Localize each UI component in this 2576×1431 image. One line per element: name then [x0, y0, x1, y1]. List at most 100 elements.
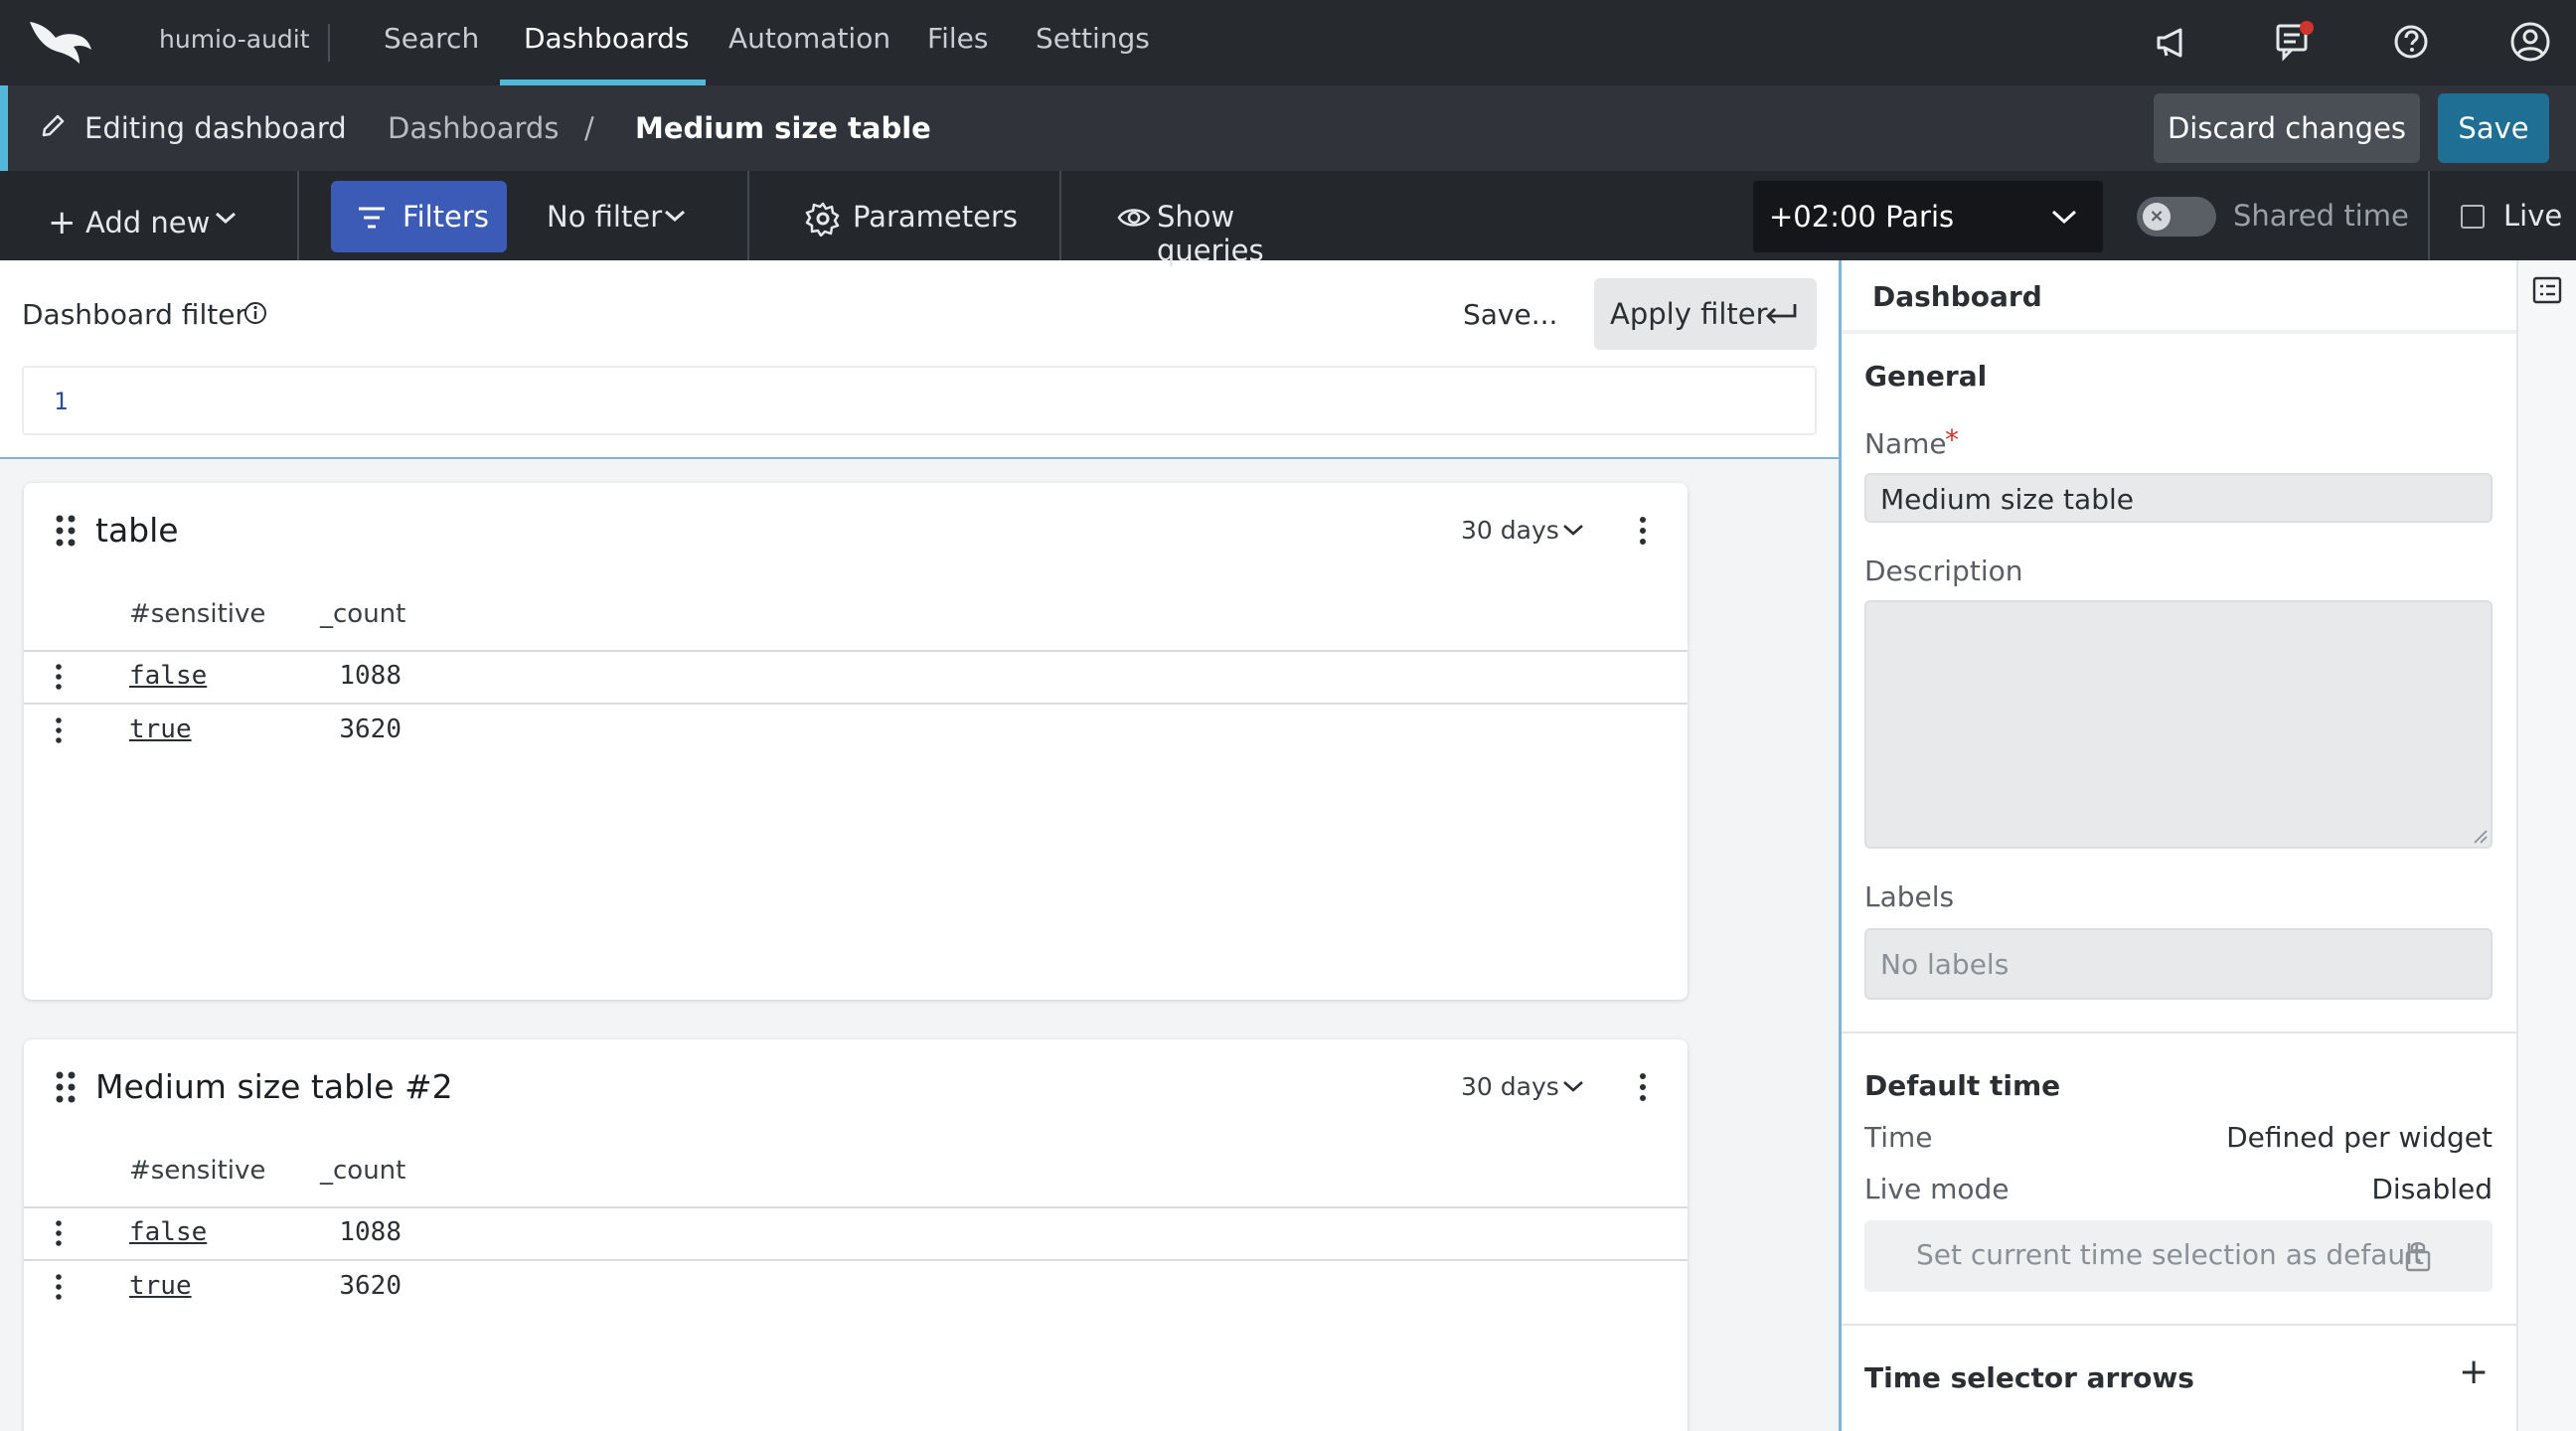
- enter-icon: [1766, 304, 1797, 324]
- nav-divider: [328, 24, 330, 62]
- shared-time-toggle[interactable]: ×: [2137, 197, 2216, 237]
- labels-placeholder: No labels: [1880, 948, 2010, 981]
- column-header[interactable]: #sensitive: [129, 599, 265, 629]
- chevron-down-icon[interactable]: [1560, 519, 1586, 541]
- toggle-off-icon: ×: [2143, 203, 2171, 231]
- parameters-label: Parameters: [853, 200, 1018, 234]
- nav-item-settings[interactable]: Settings: [1036, 22, 1150, 55]
- column-header[interactable]: #sensitive: [129, 1156, 265, 1186]
- widget-title: table: [95, 511, 179, 550]
- discard-changes-button[interactable]: Discard changes: [2154, 93, 2420, 163]
- info-icon[interactable]: [242, 300, 268, 326]
- row-menu-icon[interactable]: [48, 716, 70, 745]
- cell-count-value: 3620: [339, 715, 402, 744]
- widget-menu-icon[interactable]: [1630, 515, 1656, 547]
- nav-item-files[interactable]: Files: [927, 22, 988, 55]
- live-mode-label: Live mode: [1864, 1173, 2010, 1205]
- widget-time-selector[interactable]: 30 days: [1461, 516, 1559, 545]
- row-divider: [24, 1206, 1688, 1208]
- expand-plus-icon[interactable]: +: [2459, 1352, 2489, 1392]
- save-filter-button[interactable]: Save...: [1463, 298, 1557, 331]
- live-label: Live: [2503, 199, 2563, 233]
- column-header[interactable]: _count: [320, 599, 405, 629]
- eye-icon: [1117, 209, 1151, 227]
- user-icon[interactable]: [2508, 20, 2552, 64]
- section-divider: [1842, 1032, 2516, 1034]
- set-default-time-button[interactable]: Set current time selection as default: [1864, 1220, 2493, 1292]
- dashboard-name-value: Medium size table: [1880, 483, 2134, 516]
- nav-item-dashboards[interactable]: Dashboards: [524, 22, 690, 55]
- filters-button[interactable]: Filters: [331, 181, 507, 252]
- breadcrumb-current: Medium size table: [635, 111, 931, 145]
- chevron-down-icon: [2051, 210, 2077, 225]
- show-queries-label: Show queries: [1157, 200, 1264, 267]
- add-new-button[interactable]: + Add new: [38, 189, 286, 244]
- filters-label: Filters: [402, 200, 489, 234]
- default-time-heading: Default time: [1864, 1069, 2061, 1102]
- time-selector-arrows-heading[interactable]: Time selector arrows: [1864, 1361, 2194, 1394]
- megaphone-icon[interactable]: [2153, 22, 2192, 62]
- widget-menu-icon[interactable]: [1630, 1071, 1656, 1103]
- widget-title: Medium size table #2: [95, 1067, 453, 1106]
- notifications-icon[interactable]: [2272, 20, 2316, 64]
- toolbar-separator: [747, 171, 749, 260]
- show-queries-button[interactable]: Show queries: [1109, 189, 1348, 267]
- logo-falcon-icon[interactable]: [26, 16, 95, 66]
- chevron-down-icon[interactable]: [1560, 1075, 1586, 1097]
- cell-count-value: 1088: [339, 1217, 402, 1247]
- dashboard-name-input[interactable]: Medium size table: [1864, 473, 2493, 523]
- row-menu-icon[interactable]: [48, 1272, 70, 1302]
- line-number: 1: [54, 388, 69, 415]
- gear-icon: [805, 202, 840, 237]
- cell-sensitive-value[interactable]: true: [129, 715, 192, 744]
- chevron-down-icon: [665, 210, 685, 223]
- row-menu-icon[interactable]: [48, 1218, 70, 1248]
- timezone-value: +02:00 Paris: [1769, 200, 1955, 234]
- help-icon[interactable]: [2391, 22, 2431, 62]
- filter-lines-icon: [359, 207, 385, 229]
- labels-input[interactable]: No labels: [1864, 928, 2493, 1000]
- cell-sensitive-value[interactable]: true: [129, 1271, 192, 1301]
- time-label: Time: [1864, 1121, 1933, 1154]
- row-menu-icon[interactable]: [48, 662, 70, 692]
- chevron-down-icon: [216, 212, 236, 225]
- filter-query-editor[interactable]: 1: [22, 366, 1817, 435]
- row-divider: [24, 1259, 1688, 1261]
- save-button[interactable]: Save: [2438, 93, 2549, 163]
- no-filter-dropdown[interactable]: No filter: [537, 189, 706, 244]
- widget-time-selector[interactable]: 30 days: [1461, 1072, 1559, 1101]
- breadcrumb-separator: /: [584, 111, 594, 145]
- name-label: Name: [1864, 427, 1947, 460]
- description-textarea[interactable]: [1864, 600, 2493, 849]
- apply-filter-button[interactable]: Apply filter: [1594, 278, 1817, 350]
- properties-panel-icon[interactable]: [2532, 276, 2562, 304]
- breadcrumb-dashboards[interactable]: Dashboards: [388, 111, 559, 145]
- nav-item-search[interactable]: Search: [384, 22, 479, 55]
- panel-title: Dashboard: [1872, 280, 2042, 313]
- widget-table: [24, 483, 1688, 1000]
- dashboard-filter-label: Dashboard filter: [22, 298, 246, 331]
- resize-handle-icon[interactable]: [2471, 827, 2489, 845]
- add-new-label: Add new: [85, 206, 211, 239]
- org-name[interactable]: humio-audit: [159, 25, 310, 54]
- toolbar-separator: [2428, 171, 2430, 260]
- parameters-button[interactable]: Parameters: [795, 189, 1024, 244]
- drag-handle-icon[interactable]: [54, 1069, 80, 1105]
- description-label: Description: [1864, 555, 2023, 587]
- timezone-select[interactable]: +02:00 Paris: [1753, 181, 2103, 252]
- set-default-time-label: Set current time selection as default: [1916, 1238, 2424, 1271]
- panel-side-strip: [2516, 260, 2576, 1431]
- time-value: Defined per widget: [2226, 1121, 2493, 1154]
- column-header[interactable]: _count: [320, 1156, 405, 1186]
- editing-mode-label: Editing dashboard: [84, 111, 347, 145]
- cell-sensitive-value[interactable]: false: [129, 1217, 207, 1247]
- live-mode-value: Disabled: [2371, 1173, 2493, 1205]
- general-section-heading: General: [1864, 360, 1988, 393]
- nav-item-automation[interactable]: Automation: [728, 22, 890, 55]
- pencil-icon: [42, 114, 65, 137]
- live-checkbox[interactable]: [2461, 205, 2485, 229]
- lock-icon: [2405, 1242, 2431, 1272]
- cell-sensitive-value[interactable]: false: [129, 661, 207, 691]
- shared-time-label: Shared time: [2233, 199, 2409, 233]
- drag-handle-icon[interactable]: [54, 513, 80, 549]
